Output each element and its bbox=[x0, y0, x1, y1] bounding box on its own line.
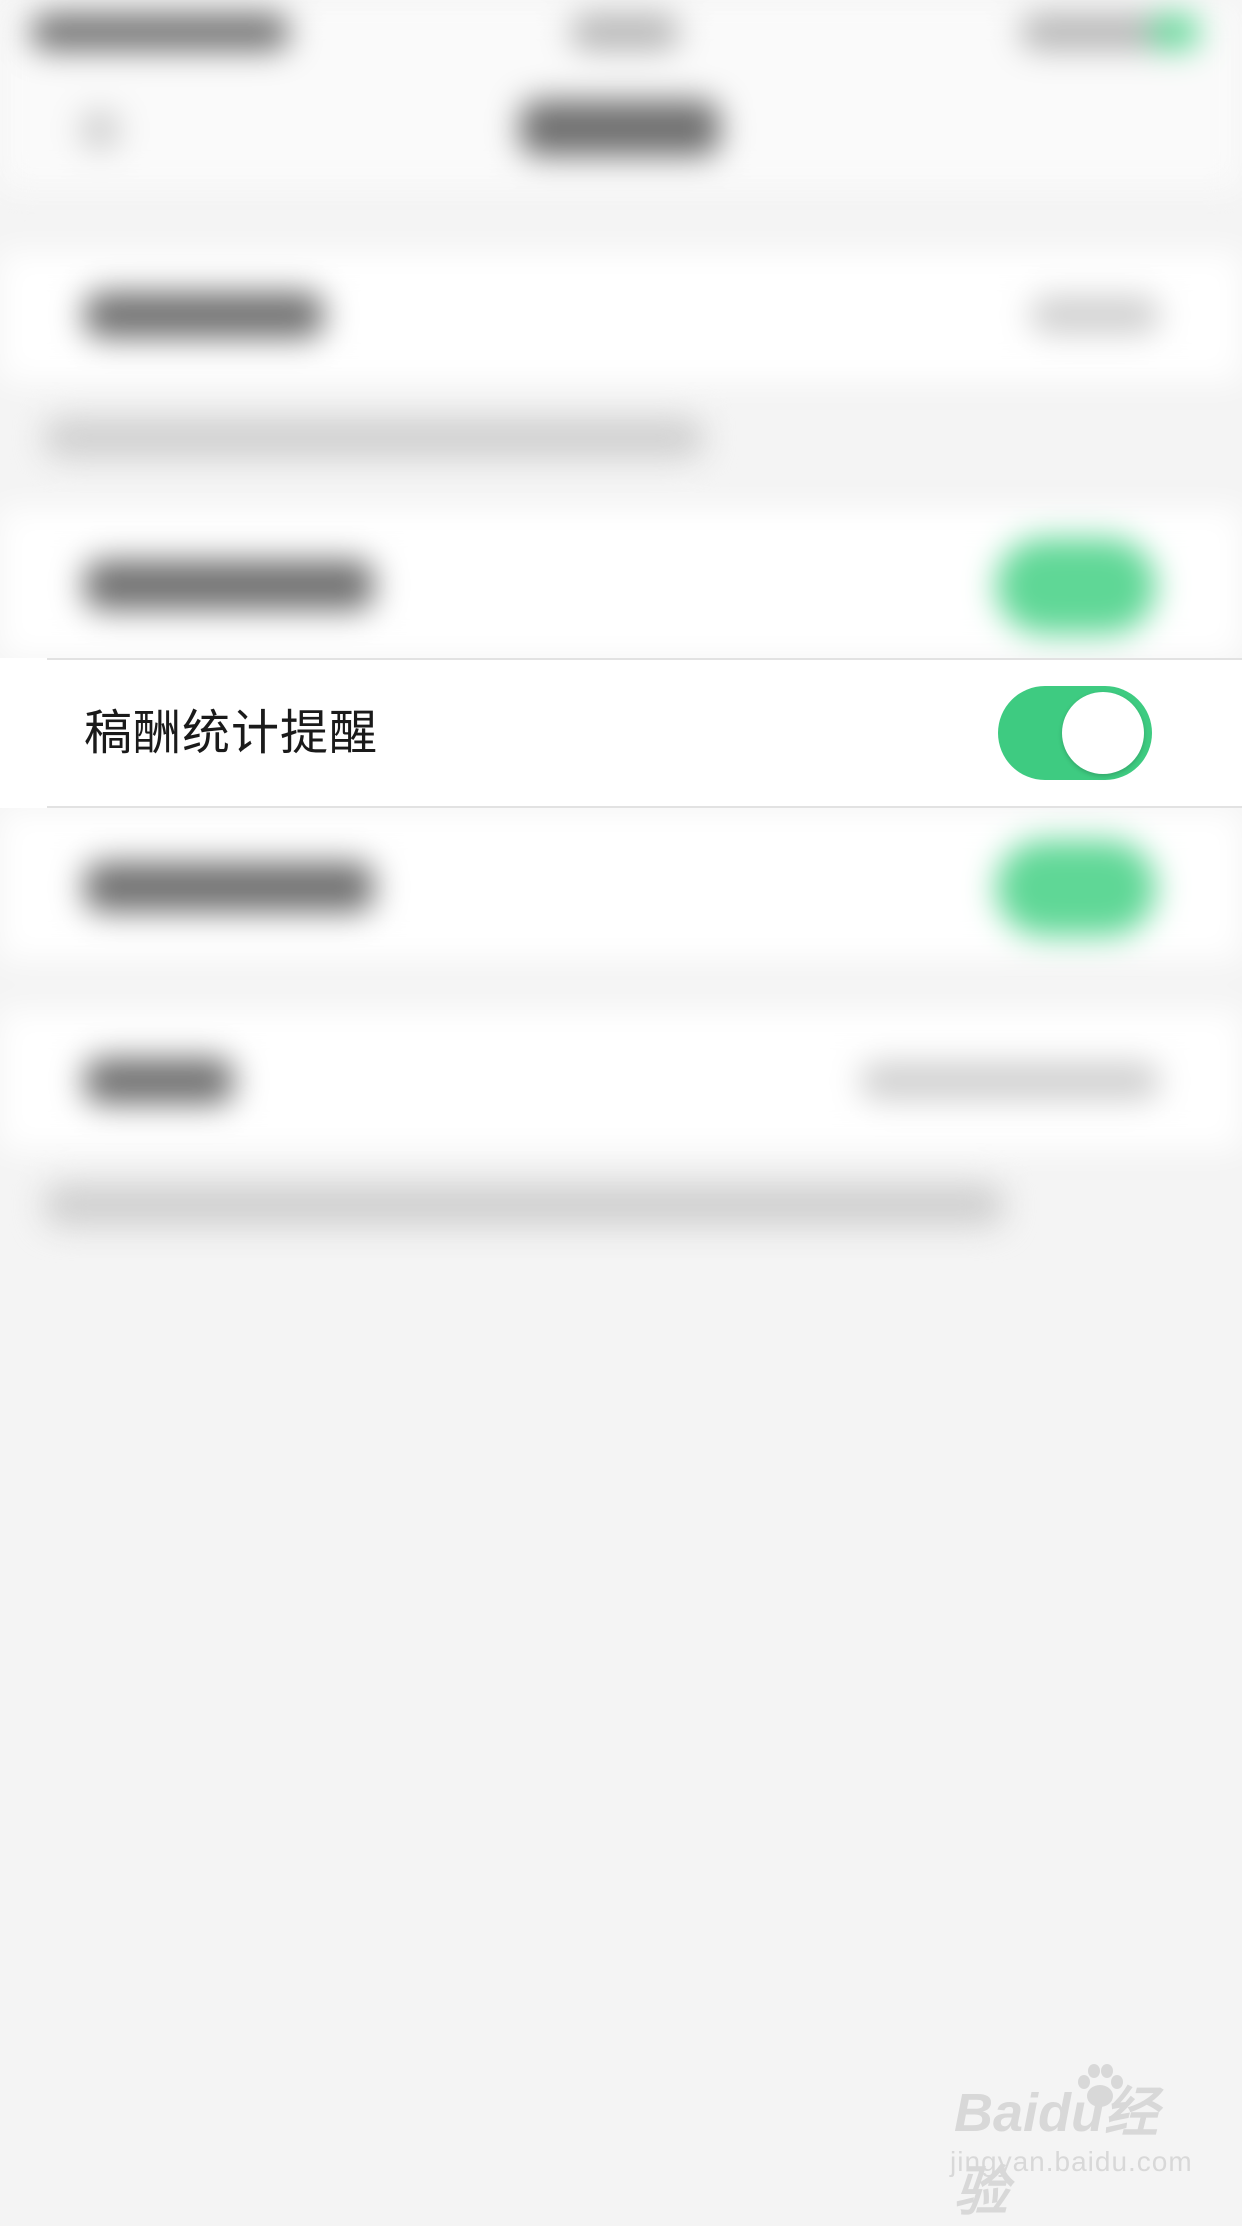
row-separator-top bbox=[47, 658, 1242, 660]
status-bar-right bbox=[1020, 14, 1170, 50]
settings-row-royalty-reminder: 稿酬统计提醒 bbox=[0, 658, 1242, 808]
row-separator-bottom bbox=[47, 806, 1242, 808]
watermark-url: jingyan.baidu.com bbox=[950, 2146, 1193, 2177]
paw-icon bbox=[1078, 2064, 1123, 2107]
navigation-bar bbox=[0, 0, 1242, 190]
settings-row-2 bbox=[0, 508, 1242, 658]
back-icon bbox=[80, 110, 120, 150]
status-bar-left bbox=[30, 14, 290, 50]
battery-icon bbox=[1150, 14, 1200, 50]
toggle-knob bbox=[1062, 692, 1144, 774]
baidu-jingyan-watermark: Baidu经验 jingyan.baidu.com bbox=[950, 2064, 1193, 2222]
section-footer-1 bbox=[44, 418, 704, 458]
page-title bbox=[520, 100, 720, 156]
settings-row-3 bbox=[0, 810, 1242, 960]
section-footer-2 bbox=[44, 1184, 1004, 1226]
blurred-background bbox=[0, 0, 1242, 2208]
settings-row-4 bbox=[0, 1010, 1242, 1150]
settings-row-1 bbox=[0, 252, 1242, 382]
royalty-reminder-toggle[interactable] bbox=[998, 686, 1152, 780]
status-bar-time bbox=[570, 14, 680, 50]
royalty-statistics-reminder-label: 稿酬统计提醒 bbox=[84, 705, 379, 761]
